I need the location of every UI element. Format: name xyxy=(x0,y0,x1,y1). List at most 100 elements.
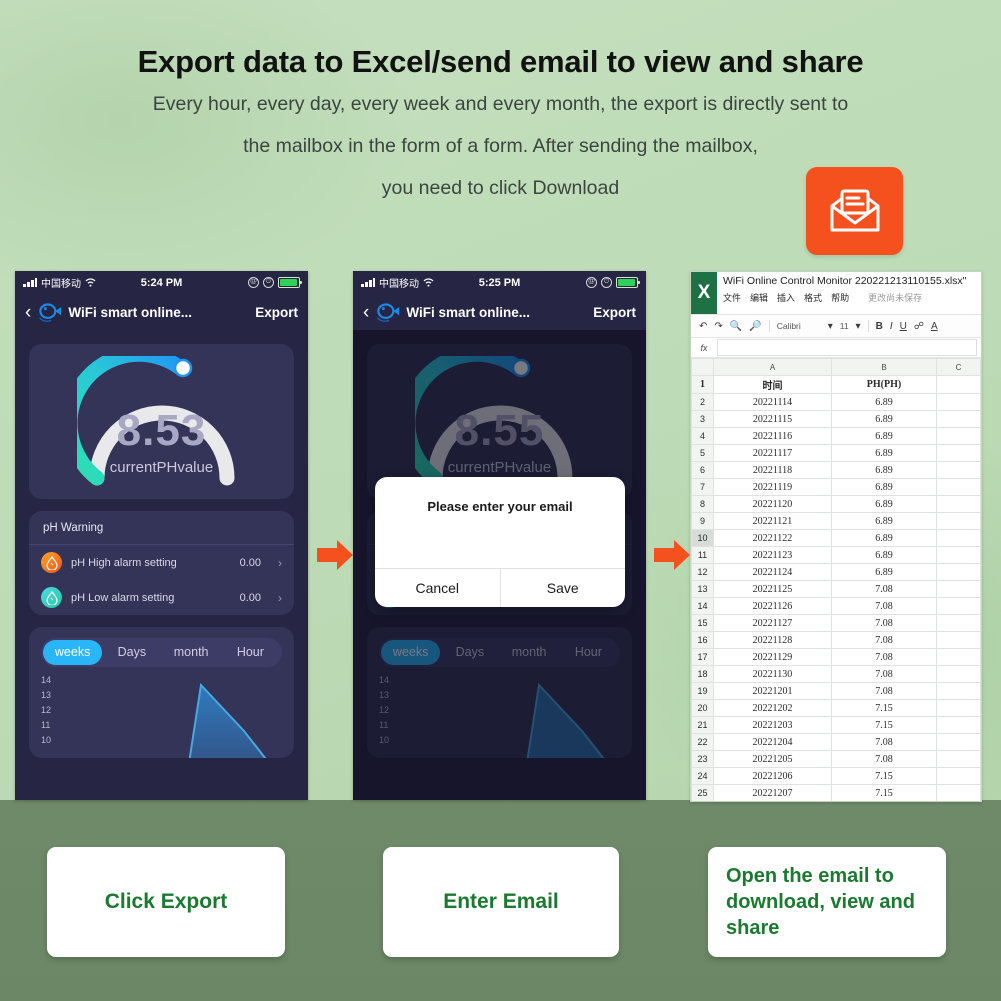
cell-ph[interactable]: 7.08 xyxy=(831,614,937,632)
row-number[interactable]: 17 xyxy=(691,648,714,666)
header-cell-time[interactable]: 时间 xyxy=(713,375,832,394)
back-button[interactable]: ‹ xyxy=(25,303,37,322)
email-input[interactable] xyxy=(392,520,612,536)
cell-ph[interactable]: 7.08 xyxy=(831,648,937,666)
cell-ph[interactable]: 6.89 xyxy=(831,444,937,462)
menu-edit[interactable]: 编辑 xyxy=(750,291,768,304)
cell-ph[interactable]: 7.08 xyxy=(831,597,937,615)
row-number[interactable]: 24 xyxy=(691,767,714,785)
cell-c[interactable] xyxy=(936,393,981,411)
cell-ph[interactable]: 6.89 xyxy=(831,512,937,530)
row-number[interactable]: 3 xyxy=(691,410,714,428)
cell-c[interactable] xyxy=(936,427,981,445)
tab-hour[interactable]: Hour xyxy=(221,640,280,665)
cell-ph[interactable]: 6.89 xyxy=(831,529,937,547)
tab-month[interactable]: month xyxy=(162,640,221,665)
cell-time[interactable]: 20221127 xyxy=(713,614,832,632)
zoom-in-icon[interactable]: 🔍 xyxy=(730,321,742,332)
cell-ph[interactable]: 7.15 xyxy=(831,699,937,717)
tab-days[interactable]: Days xyxy=(102,640,161,665)
cell-c[interactable] xyxy=(936,529,981,547)
row-number[interactable]: 21 xyxy=(691,716,714,734)
font-size-select[interactable]: 11 xyxy=(840,321,849,331)
cell-c[interactable] xyxy=(936,563,981,581)
cell-c[interactable] xyxy=(936,648,981,666)
cell-time[interactable]: 20221126 xyxy=(713,597,832,615)
cell-time[interactable]: 20221117 xyxy=(713,444,832,462)
cell-time[interactable]: 20221206 xyxy=(713,767,832,785)
cell-time[interactable]: 20221118 xyxy=(713,461,832,479)
formula-input[interactable] xyxy=(717,339,977,356)
menu-insert[interactable]: 插入 xyxy=(777,291,795,304)
cell-c[interactable] xyxy=(936,495,981,513)
cell-time[interactable]: 20221205 xyxy=(713,750,832,768)
cell-time[interactable]: 20221130 xyxy=(713,665,832,683)
row-number[interactable]: 11 xyxy=(691,546,714,564)
cell-ph[interactable]: 6.89 xyxy=(831,478,937,496)
font-color-button[interactable]: A xyxy=(931,321,938,332)
bold-button[interactable]: B xyxy=(876,321,883,332)
row-number[interactable]: 8 xyxy=(691,495,714,513)
row-number[interactable]: 1 xyxy=(691,375,714,394)
cell-c[interactable] xyxy=(936,461,981,479)
cell-c[interactable] xyxy=(936,410,981,428)
cell-c[interactable] xyxy=(936,682,981,700)
cell-c[interactable] xyxy=(936,750,981,768)
row-number[interactable]: 7 xyxy=(691,478,714,496)
column-header-c[interactable]: C xyxy=(936,358,981,376)
row-number[interactable]: 5 xyxy=(691,444,714,462)
row-number[interactable]: 25 xyxy=(691,784,714,801)
cell-time[interactable]: 20221201 xyxy=(713,682,832,700)
cell-time[interactable]: 20221123 xyxy=(713,546,832,564)
row-number[interactable]: 6 xyxy=(691,461,714,479)
undo-icon[interactable]: ↶ xyxy=(699,321,707,332)
row-number[interactable]: 13 xyxy=(691,580,714,598)
export-button[interactable]: Export xyxy=(593,305,636,320)
row-number[interactable]: 14 xyxy=(691,597,714,615)
row-number[interactable]: 26 xyxy=(692,802,714,803)
cell-c[interactable] xyxy=(936,444,981,462)
row-number[interactable]: 15 xyxy=(691,614,714,632)
cell-time[interactable]: 20221128 xyxy=(713,631,832,649)
cell-time[interactable]: 20221124 xyxy=(713,563,832,581)
cell-time[interactable]: 20221203 xyxy=(713,716,832,734)
cell-ph[interactable]: 7.15 xyxy=(832,802,937,803)
row-number[interactable]: 16 xyxy=(691,631,714,649)
cell-c[interactable] xyxy=(936,784,981,801)
column-header-b[interactable]: B xyxy=(831,358,937,376)
cell-c[interactable] xyxy=(936,512,981,530)
cell-c[interactable] xyxy=(936,375,981,394)
row-number[interactable]: 20 xyxy=(691,699,714,717)
cell-ph[interactable]: 6.89 xyxy=(831,393,937,411)
chevron-down-icon[interactable]: ▾ xyxy=(856,321,861,332)
ph-low-alarm-row[interactable]: pH Low alarm setting 0.00 › xyxy=(29,580,294,615)
cell-time[interactable]: 20221125 xyxy=(713,580,832,598)
row-number[interactable]: 4 xyxy=(691,427,714,445)
cell-ph[interactable]: 7.08 xyxy=(831,631,937,649)
cell-time[interactable]: 20221119 xyxy=(713,478,832,496)
row-number[interactable]: 23 xyxy=(691,750,714,768)
cell-time[interactable]: 20221121 xyxy=(713,512,832,530)
cell-ph[interactable]: 7.08 xyxy=(831,580,937,598)
cell-c[interactable] xyxy=(936,478,981,496)
cell-c[interactable] xyxy=(936,546,981,564)
cell-time[interactable]: 20221204 xyxy=(713,733,832,751)
cell-ph[interactable]: 7.08 xyxy=(831,665,937,683)
column-header-a[interactable]: A xyxy=(713,358,832,376)
menu-format[interactable]: 格式 xyxy=(804,291,822,304)
font-name-select[interactable]: Calibri xyxy=(777,321,821,331)
cell-c[interactable] xyxy=(936,733,981,751)
tab-weeks[interactable]: weeks xyxy=(43,640,103,665)
cell-time[interactable]: 20221129 xyxy=(713,648,832,666)
row-number[interactable]: 9 xyxy=(691,512,714,530)
save-button[interactable]: Save xyxy=(499,569,626,607)
cell-ph[interactable]: 7.08 xyxy=(831,750,937,768)
row-number[interactable]: 2 xyxy=(691,393,714,411)
cell-time[interactable]: 20221207 xyxy=(713,784,832,801)
cell-time[interactable]: 20221122 xyxy=(713,529,832,547)
cell-ph[interactable]: 6.89 xyxy=(831,563,937,581)
cell-time[interactable]: 20221114 xyxy=(713,393,832,411)
cell-time[interactable]: 20221202 xyxy=(713,699,832,717)
cancel-button[interactable]: Cancel xyxy=(375,569,500,607)
cell-time[interactable]: 20221208 xyxy=(714,802,832,803)
